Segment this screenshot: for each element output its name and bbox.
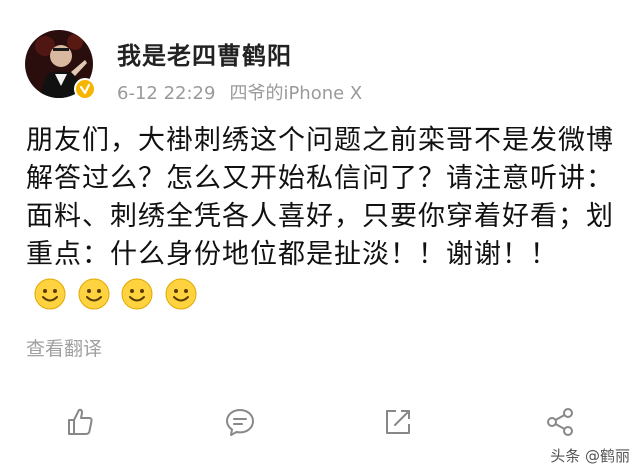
action-bar <box>0 392 640 452</box>
timestamp: 6-12 22:29 <box>117 83 216 104</box>
smile-emoji <box>121 278 153 310</box>
comment-button[interactable] <box>222 404 258 440</box>
repost-icon <box>386 410 410 434</box>
translate-link[interactable]: 查看翻译 <box>26 334 102 361</box>
watermark: 头条 @鹤丽 <box>546 444 634 467</box>
smile-emoji <box>34 278 66 310</box>
smile-emoji <box>78 278 110 310</box>
repost-button[interactable] <box>380 404 416 440</box>
share-icon <box>547 408 573 436</box>
post-text: 朋友们，大褂刺绣这个问题之前栾哥不是发微博解答过么？怎么又开始私信问了？请注意听… <box>26 125 614 270</box>
comment-icon <box>226 409 254 436</box>
like-icon <box>68 408 93 435</box>
verified-badge-icon <box>74 78 96 100</box>
post-source[interactable]: 四爷的iPhone X <box>229 83 362 104</box>
post-meta: 6-12 22:29 四爷的iPhone X <box>117 79 362 105</box>
share-button[interactable] <box>542 404 578 440</box>
post-content: 朋友们，大褂刺绣这个问题之前栾哥不是发微博解答过么？怎么又开始私信问了？请注意听… <box>26 122 626 313</box>
smile-emoji <box>165 278 197 310</box>
emoji-group <box>34 275 199 313</box>
like-button[interactable] <box>62 404 98 440</box>
username[interactable]: 我是老四曹鹤阳 <box>117 36 292 71</box>
